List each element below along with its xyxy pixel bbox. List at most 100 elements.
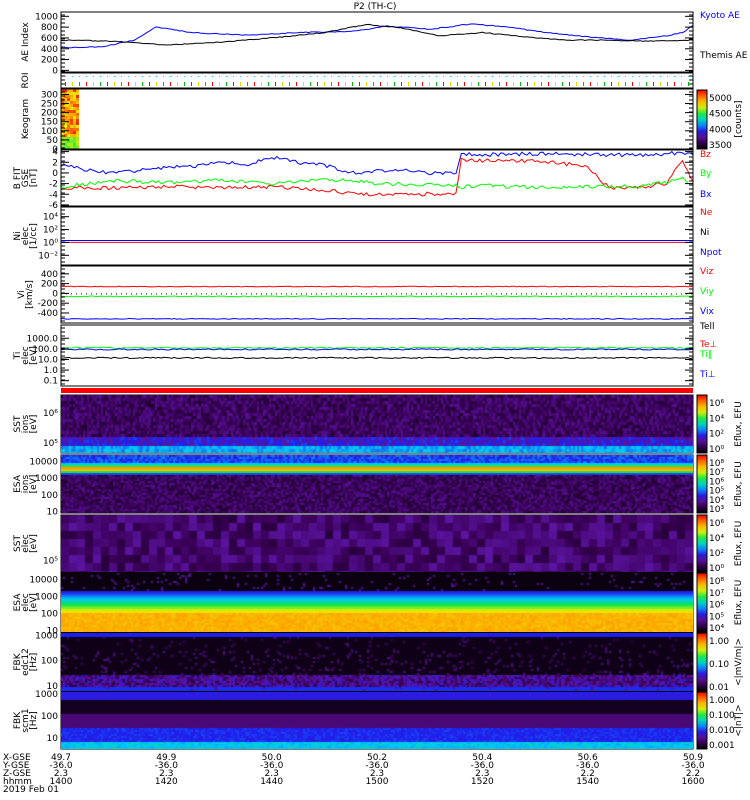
roi-dot	[338, 76, 339, 77]
y-tick-label: 0	[52, 289, 58, 299]
y-tick-label: 150	[41, 118, 58, 128]
roi-bar	[422, 82, 423, 86]
legend-bz: Bz	[700, 150, 711, 160]
zero-dotted-line	[476, 293, 477, 295]
colorbar-tick-label: 0.10	[709, 660, 729, 670]
roi-bar	[226, 82, 227, 86]
keogram-pixel	[76, 113, 79, 116]
colorbar-tick-label: 0.001	[709, 741, 735, 751]
colorbar-label: <|nT|>	[734, 704, 744, 736]
roi-bar	[576, 82, 577, 86]
roi-dot	[135, 76, 136, 77]
zero-dotted-line	[131, 293, 132, 295]
y-axis-label: AE Index	[21, 22, 31, 62]
series-viz-line	[60, 285, 694, 288]
zero-dotted-line	[286, 293, 287, 295]
keogram-pixel	[73, 110, 76, 113]
roi-dot	[142, 76, 143, 77]
roi-bar	[107, 82, 108, 86]
roi-dot	[541, 76, 542, 77]
legend-viz: Viz	[700, 267, 713, 277]
colorbar-tick-label: 10⁰	[709, 445, 724, 455]
keogram-pixel	[73, 134, 76, 137]
y-tick-label: 10000	[29, 458, 58, 468]
keogram-pixel	[70, 140, 73, 143]
roi-bar	[296, 82, 297, 86]
roi-bar	[191, 82, 192, 86]
roi-bar	[688, 82, 689, 86]
roi-bar	[583, 82, 584, 86]
zero-dotted-line	[146, 293, 147, 295]
sst_e-colorbar	[696, 514, 708, 573]
zero-dotted-line	[496, 293, 497, 295]
roi-dot	[485, 76, 486, 77]
roi-bar	[317, 82, 318, 86]
zero-dotted-line	[141, 293, 142, 295]
colorbar-tick-label: 10⁷	[709, 468, 724, 478]
roi-bar	[338, 82, 339, 86]
keogram-pixel	[73, 119, 76, 122]
zero-dotted-line	[506, 293, 507, 295]
roi-bar	[212, 82, 213, 86]
roi-bar	[352, 82, 353, 86]
roi-dot	[156, 76, 157, 77]
zero-dotted-line	[76, 293, 77, 295]
roi-dot	[387, 76, 388, 77]
roi-bar	[170, 82, 171, 86]
roi-dot	[93, 76, 94, 77]
zero-dotted-line	[251, 293, 252, 295]
zero-dotted-line	[221, 293, 222, 295]
keogram-pixel	[70, 98, 73, 101]
roi-dot	[506, 76, 507, 77]
keogram-pixel	[76, 128, 79, 131]
roi-bar	[450, 82, 451, 86]
colorbar-tick-label: 1.00	[709, 637, 729, 647]
zero-dotted-line	[311, 293, 312, 295]
roi-bar	[667, 82, 668, 86]
keogram-pixel	[76, 122, 79, 125]
roi-dot	[555, 76, 556, 77]
zero-dotted-line	[246, 293, 247, 295]
fbk1-spectrogram	[61, 633, 693, 691]
zero-dotted-line	[171, 293, 172, 295]
zero-dotted-line	[546, 293, 547, 295]
y-tick-label: 10⁵	[43, 439, 58, 449]
y-axis-label: Keogram	[21, 99, 31, 139]
series-ti-line	[60, 346, 693, 349]
roi-dot	[604, 76, 605, 77]
keogram-pixel	[76, 140, 79, 143]
zero-dotted-line	[526, 293, 527, 295]
zero-dotted-line	[561, 293, 562, 295]
zero-dotted-line	[326, 293, 327, 295]
zero-dotted-line	[461, 293, 462, 295]
y-tick-label: 0.1	[44, 377, 58, 387]
roi-bar	[198, 82, 199, 86]
roi-dot	[653, 76, 654, 77]
roi-bar	[513, 82, 514, 86]
colorbar-tick-label: 3500	[709, 141, 732, 151]
keogram-pixel	[73, 104, 76, 107]
zero-dotted-line	[91, 293, 92, 295]
keogram-pixel	[76, 95, 79, 98]
roi-bar	[443, 82, 444, 86]
roi-dot	[597, 76, 598, 77]
roi-dot	[534, 76, 535, 77]
roi-dot	[86, 76, 87, 77]
zero-dotted-line	[356, 293, 357, 295]
zero-dotted-line	[306, 293, 307, 295]
roi-dot	[65, 76, 66, 77]
y-axis-label: [km/s]	[25, 280, 35, 309]
zero-dotted-line	[441, 293, 442, 295]
colorbar-label: [counts]	[734, 100, 744, 137]
colorbar-label: <|mV/m|>	[734, 638, 744, 686]
series-vix-line	[61, 317, 694, 320]
colorbar-label: Eflux, EFU	[734, 580, 744, 626]
colorbar-tick-label: 10²	[709, 549, 724, 559]
keogram-pixel	[70, 134, 73, 137]
zero-dotted-line	[636, 293, 637, 295]
zero-dotted-line	[596, 293, 597, 295]
roi-dot	[457, 76, 458, 77]
roi-bar	[520, 82, 521, 86]
keogram-pixel	[67, 140, 70, 143]
zero-dotted-line	[551, 293, 552, 295]
